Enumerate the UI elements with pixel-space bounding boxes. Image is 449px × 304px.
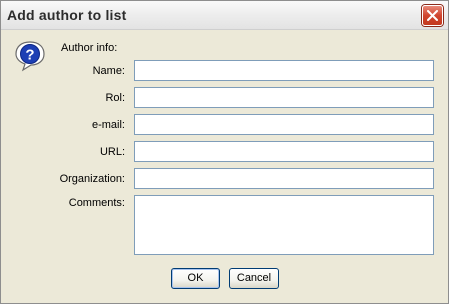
name-input[interactable] — [134, 60, 434, 81]
svg-text:?: ? — [25, 47, 34, 64]
close-icon — [427, 10, 438, 21]
ok-button[interactable]: OK — [171, 268, 220, 289]
email-input[interactable] — [134, 114, 434, 135]
organization-input[interactable] — [134, 168, 434, 189]
author-info-label: Author info: — [61, 42, 118, 54]
comments-label: Comments: — [68, 197, 125, 209]
url-input[interactable] — [134, 141, 434, 162]
close-button[interactable] — [422, 5, 443, 26]
dialog-title: Add author to list — [7, 7, 127, 23]
comments-textarea[interactable] — [134, 195, 434, 255]
cancel-button[interactable]: Cancel — [229, 268, 279, 289]
rol-input[interactable] — [134, 87, 434, 108]
email-label: e-mail: — [91, 119, 125, 131]
add-author-dialog: Add author to list ? Author info: Name: … — [0, 0, 449, 304]
help-question-icon: ? — [15, 41, 45, 72]
title-bar[interactable]: Add author to list — [1, 1, 448, 30]
organization-label: Organization: — [59, 173, 125, 185]
rol-label: Rol: — [105, 92, 125, 104]
name-label: Name: — [92, 65, 125, 77]
url-label: URL: — [99, 146, 125, 158]
